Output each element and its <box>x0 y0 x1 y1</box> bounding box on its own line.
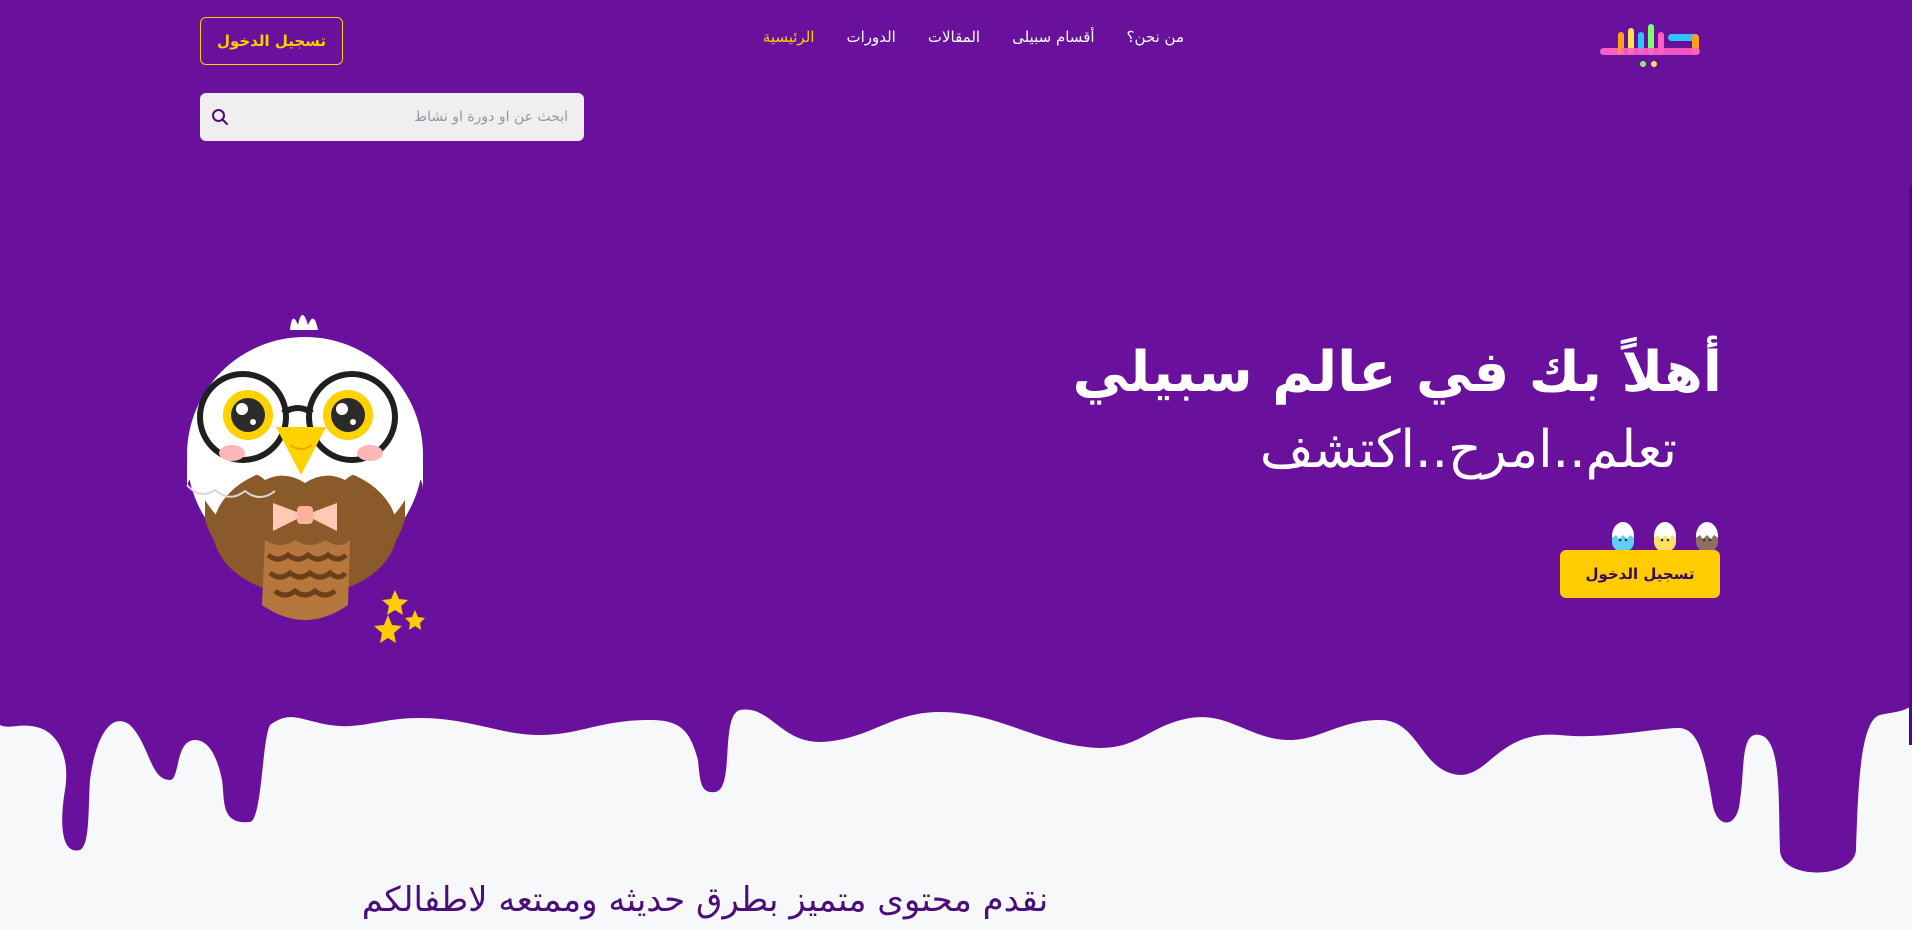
nav-item-courses[interactable]: الدورات <box>846 28 895 46</box>
section-tagline: نقدم محتوى متميز بطرق حديثه وممتعه لاطفا… <box>361 880 1049 920</box>
nav-item-articles[interactable]: المقالات <box>928 28 980 46</box>
hero-subtitle: تعلم..امرح..اكتشف <box>1259 420 1677 480</box>
nav-item-home[interactable]: الرئيسية <box>763 28 815 46</box>
search-input[interactable] <box>240 93 584 141</box>
search-bar <box>200 93 584 141</box>
site-logo[interactable] <box>1598 14 1706 70</box>
nav-item-about[interactable]: من نحن؟ <box>1127 28 1184 46</box>
hero-login-button[interactable]: تسجيل الدخول <box>1560 550 1720 598</box>
main-nav: الرئيسية الدورات المقالات أقسام سبيلى من… <box>763 28 1184 46</box>
hero-title: أهلاً بك في عالم سبيلي <box>1072 340 1723 405</box>
owl-mascot-icon <box>186 315 425 643</box>
eggs-decoration <box>1612 522 1718 552</box>
nav-item-sections[interactable]: أقسام سبيلى <box>1012 28 1094 46</box>
header-login-button[interactable]: تسجيل الدخول <box>200 17 343 65</box>
search-icon[interactable] <box>200 93 240 141</box>
